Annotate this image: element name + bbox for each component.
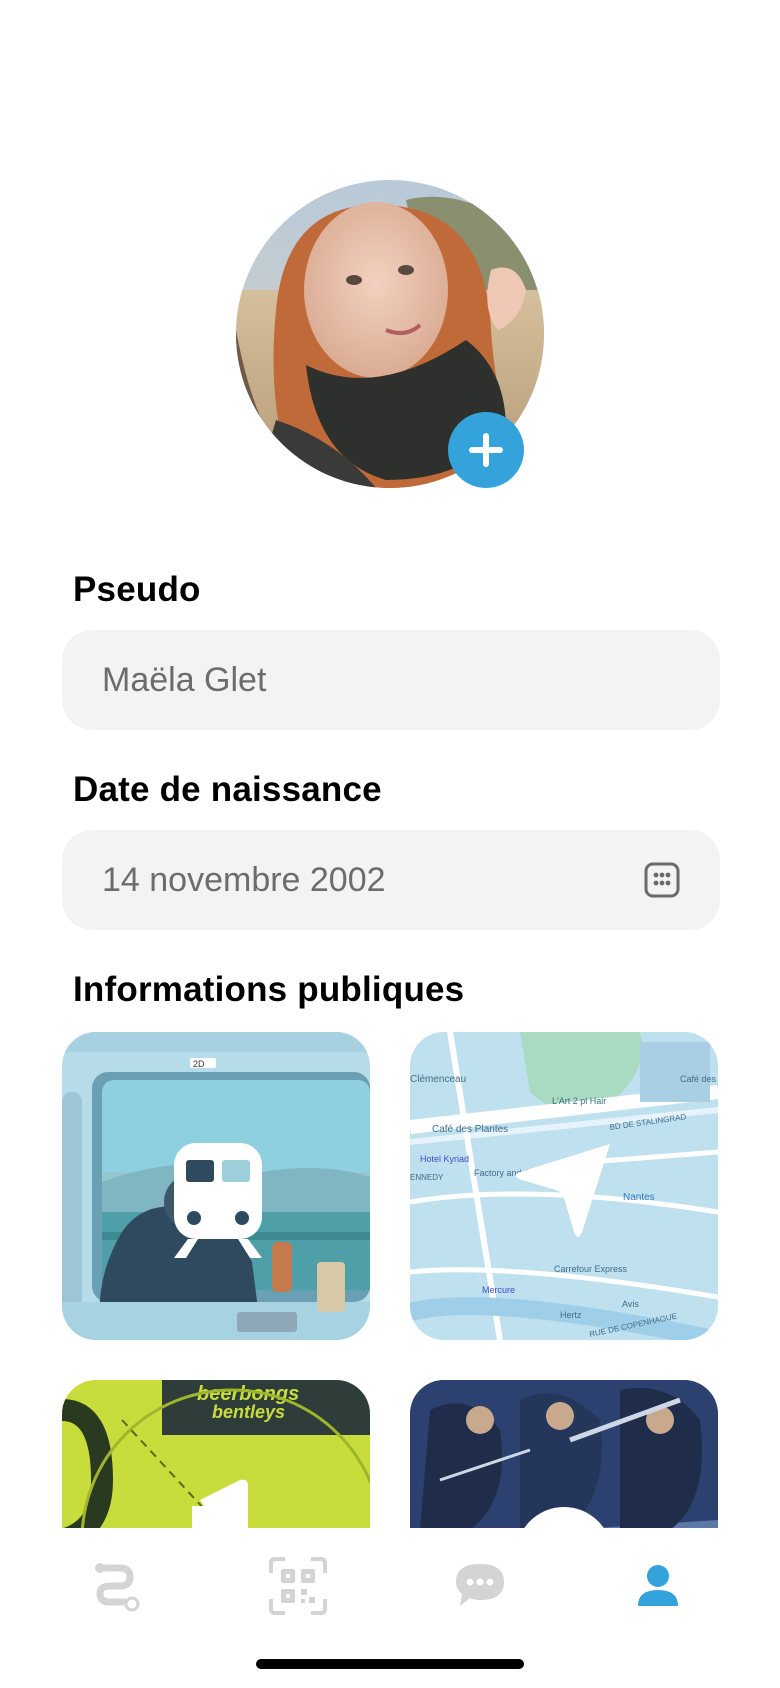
add-photo-button[interactable] — [448, 412, 524, 488]
tile-music[interactable]: beerbongs bentleys — [62, 1380, 370, 1528]
home-indicator — [256, 1659, 524, 1669]
calendar-icon[interactable] — [644, 862, 680, 898]
navigation-arrow-icon — [515, 1144, 610, 1237]
profile-photo-section — [236, 180, 544, 488]
person-icon — [638, 1565, 678, 1606]
qr-code-icon — [269, 1557, 327, 1615]
tab-profile[interactable] — [618, 1546, 698, 1626]
pseudo-label: Pseudo — [73, 570, 201, 609]
tab-qr[interactable] — [258, 1546, 338, 1626]
birthdate-field[interactable]: 14 novembre 2002 — [62, 830, 720, 930]
chat-bubble-icon — [456, 1564, 504, 1606]
tile-play[interactable] — [410, 1380, 718, 1528]
tab-chat[interactable] — [440, 1546, 520, 1626]
pseudo-value: Maëla Glet — [102, 660, 267, 699]
train-icon — [174, 1143, 262, 1258]
plus-icon — [469, 433, 503, 467]
scroll-content[interactable]: Pseudo Maëla Glet Date de naissance 14 n… — [0, 0, 780, 1528]
route-icon — [95, 1563, 140, 1612]
birthdate-label: Date de naissance — [73, 770, 382, 809]
pseudo-field[interactable]: Maëla Glet — [62, 630, 720, 730]
tile-train[interactable]: 2D — [62, 1032, 370, 1340]
play-icon — [524, 1507, 604, 1528]
public-info-title: Informations publiques — [73, 970, 465, 1009]
tab-routes[interactable] — [76, 1546, 156, 1626]
music-note-icon — [192, 1479, 248, 1528]
birthdate-value: 14 novembre 2002 — [102, 860, 386, 899]
tile-location[interactable]: Clémenceau Café des Plantes L'Art 2 pl H… — [410, 1032, 718, 1340]
